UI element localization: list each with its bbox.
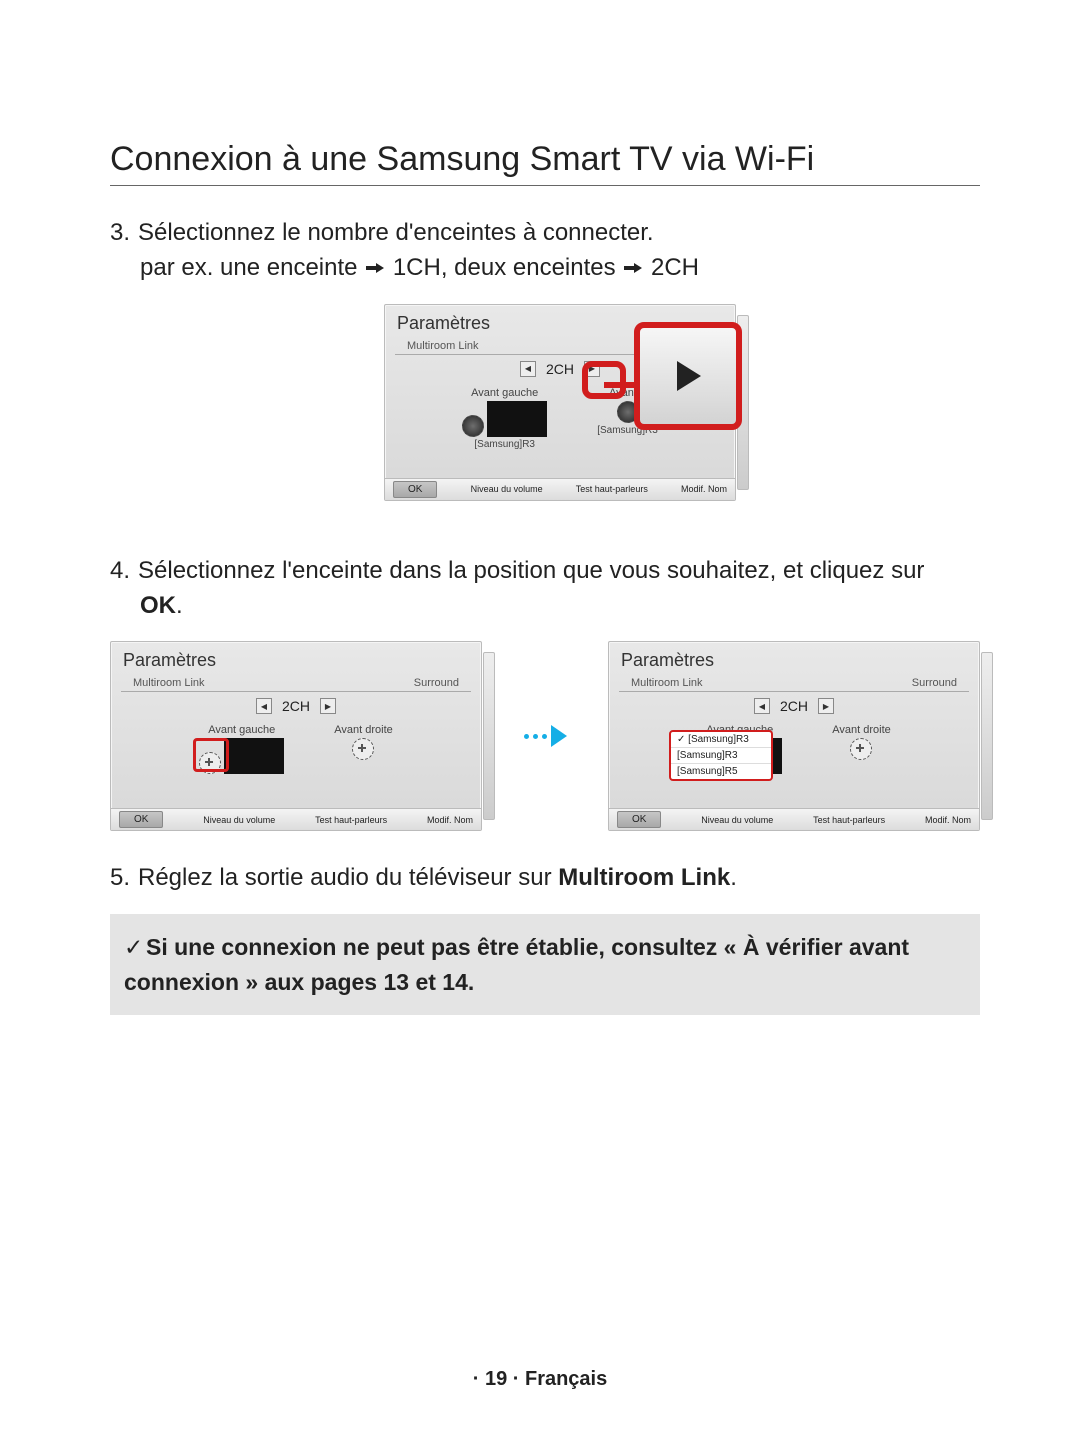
- step-4: 4.Sélectionnez l'enceinte dans la positi…: [110, 554, 980, 624]
- step-3-line2b: 1CH, deux enceintes: [393, 254, 622, 281]
- panel-bottom-item[interactable]: Modif. Nom: [427, 815, 473, 825]
- page-title: Connexion à une Samsung Smart TV via Wi-…: [110, 140, 980, 186]
- arrow-right-icon: [366, 251, 384, 286]
- step-4-ok: OK: [140, 592, 176, 619]
- panel-subtitle-left: Multiroom Link: [407, 340, 479, 352]
- step-5-number: 5.: [110, 861, 138, 896]
- check-icon: ✓: [124, 930, 146, 965]
- scrollbar[interactable]: [981, 652, 993, 820]
- channel-next-button[interactable]: ▶: [818, 698, 834, 714]
- step-5: 5.Réglez la sortie audio du téléviseur s…: [110, 861, 980, 896]
- dropdown-option[interactable]: [Samsung]R5: [671, 764, 771, 779]
- panel-title: Paramètres: [111, 642, 481, 675]
- channel-value: 2CH: [282, 698, 310, 714]
- panel-title: Paramètres: [609, 642, 979, 675]
- channel-prev-button[interactable]: ◀: [520, 361, 536, 377]
- dropdown-option-selected[interactable]: [Samsung]R3: [671, 732, 771, 748]
- tv-settings-panel-left: Paramètres Multiroom Link Surround ◀ 2CH…: [110, 641, 482, 831]
- highlight-add-left: [193, 738, 229, 772]
- panel-bottom-item[interactable]: Modif. Nom: [681, 484, 727, 494]
- scrollbar[interactable]: [483, 652, 495, 820]
- step-3: 3.Sélectionnez le nombre d'enceintes à c…: [110, 216, 980, 286]
- channel-prev-button[interactable]: ◀: [754, 698, 770, 714]
- step-5-period: .: [730, 864, 737, 891]
- arrow-right-icon: [624, 251, 642, 286]
- highlight-next-button: [582, 361, 626, 399]
- step-4-number: 4.: [110, 554, 138, 589]
- panel-subtitle-right: Surround: [912, 677, 957, 689]
- panel-bottom-item[interactable]: Test haut-parleurs: [315, 815, 387, 825]
- panel-bottom-item[interactable]: Niveau du volume: [471, 484, 543, 494]
- panel-ok-button[interactable]: OK: [617, 811, 661, 828]
- front-right-label: Avant droite: [832, 724, 891, 736]
- channel-value: 2CH: [546, 361, 574, 377]
- panel-subtitle-left: Multiroom Link: [133, 677, 205, 689]
- panel-bottom-item[interactable]: Niveau du volume: [203, 815, 275, 825]
- tv-settings-panel-right: Paramètres Multiroom Link Surround ◀ 2CH…: [608, 641, 980, 831]
- preview-thumbnail: [487, 401, 547, 437]
- figure-step4: Paramètres Multiroom Link Surround ◀ 2CH…: [110, 641, 980, 831]
- page-footer: · 19 · Français: [0, 1368, 1080, 1391]
- step-3-line2a: par ex. une enceinte: [140, 254, 364, 281]
- dropdown-option[interactable]: [Samsung]R3: [671, 748, 771, 764]
- channel-prev-button[interactable]: ◀: [256, 698, 272, 714]
- figure-step3: Paramètres Multiroom Link ◀ 2CH ▶ Avant …: [110, 304, 980, 524]
- step-3-number: 3.: [110, 216, 138, 251]
- panel-bottom-item[interactable]: Modif. Nom: [925, 815, 971, 825]
- channel-next-button[interactable]: ▶: [320, 698, 336, 714]
- step-5-text: Réglez la sortie audio du téléviseur sur: [138, 864, 558, 891]
- note-text: Si une connexion ne peut pas être établi…: [124, 934, 909, 995]
- panel-subtitle-right: Surround: [414, 677, 459, 689]
- flow-arrow-icon: [524, 725, 567, 747]
- speaker-name-left: [Samsung]R3: [474, 439, 535, 450]
- channel-value: 2CH: [780, 698, 808, 714]
- step-4-text: Sélectionnez l'enceinte dans la position…: [138, 557, 924, 584]
- step-5-bold: Multiroom Link: [558, 864, 730, 891]
- step-3-line2c: 2CH: [651, 254, 699, 281]
- front-right-label: Avant droite: [334, 724, 393, 736]
- note-box: ✓Si une connexion ne peut pas être établ…: [110, 914, 980, 1015]
- speaker-icon[interactable]: [462, 415, 484, 437]
- front-left-label: Avant gauche: [208, 724, 275, 736]
- panel-bottom-item[interactable]: Test haut-parleurs: [813, 815, 885, 825]
- panel-ok-button[interactable]: OK: [119, 811, 163, 828]
- panel-ok-button[interactable]: OK: [393, 481, 437, 498]
- preview-thumbnail: [224, 738, 284, 774]
- front-left-label: Avant gauche: [471, 387, 538, 399]
- speaker-dropdown[interactable]: [Samsung]R3 [Samsung]R3 [Samsung]R5: [669, 730, 773, 781]
- panel-bottom-item[interactable]: Niveau du volume: [701, 815, 773, 825]
- panel-subtitle-left: Multiroom Link: [631, 677, 703, 689]
- step-4-period: .: [176, 592, 183, 619]
- add-speaker-icon[interactable]: [352, 738, 374, 760]
- step-3-line1: Sélectionnez le nombre d'enceintes à con…: [138, 219, 654, 246]
- add-speaker-icon[interactable]: [850, 738, 872, 760]
- panel-bottom-item[interactable]: Test haut-parleurs: [576, 484, 648, 494]
- callout-play-button: [634, 322, 742, 430]
